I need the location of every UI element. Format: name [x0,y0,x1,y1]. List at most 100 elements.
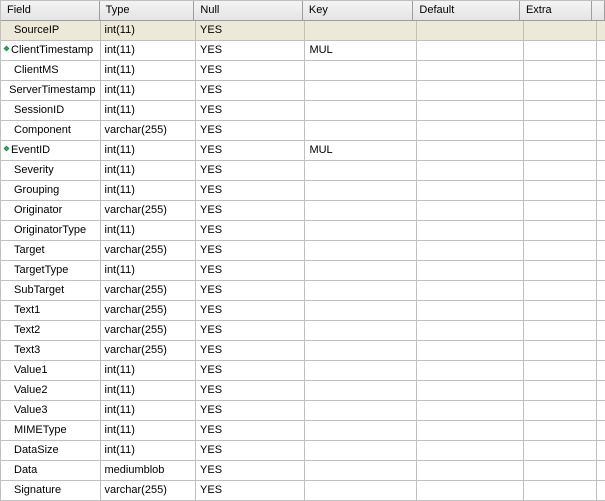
cell-null: YES [196,161,305,181]
table-row[interactable]: Value2int(11)YES [1,381,605,401]
cell-extra [524,201,597,221]
cell-default [417,361,524,381]
cell-key [305,261,416,281]
table-row[interactable]: Severityint(11)YES [1,161,605,181]
cell-null: YES [196,341,305,361]
cell-extra [524,141,597,161]
col-header-extra[interactable]: Extra [520,1,592,21]
table-row[interactable]: SourceIP int(11)YES [1,21,605,41]
cell-field: Data [1,461,101,481]
cell-key [305,361,416,381]
cell-default [417,321,524,341]
cell-tail [597,481,605,501]
cell-null: YES [196,81,305,101]
cell-key [305,181,416,201]
col-header-field[interactable]: Field [1,1,100,21]
cell-tail [597,201,605,221]
cell-field: Component [1,121,101,141]
col-header-default[interactable]: Default [413,1,520,21]
cell-default [417,481,524,501]
field-name: Text1 [14,304,40,316]
table-row[interactable]: SubTargetvarchar(255)YES [1,281,605,301]
cell-type: varchar(255) [101,341,197,361]
col-header-key[interactable]: Key [303,1,413,21]
cell-key [305,441,416,461]
cell-tail [597,301,605,321]
field-name: DataSize [14,444,59,456]
cell-key [305,401,416,421]
table-row[interactable]: ClientTimestampint(11)YESMUL [1,41,605,61]
cell-tail [597,221,605,241]
cell-default [417,341,524,361]
cell-field: SessionID [1,101,101,121]
cell-extra [524,401,597,421]
cell-type: int(11) [101,381,197,401]
cell-null: YES [196,481,305,501]
table-row[interactable]: ClientMSint(11)YES [1,61,605,81]
table-row[interactable]: SessionIDint(11)YES [1,101,605,121]
table-row[interactable]: Groupingint(11)YES [1,181,605,201]
table-row[interactable]: Signaturevarchar(255)YES [1,481,605,501]
cell-field: ClientMS [1,61,101,81]
field-name: ClientMS [14,64,59,76]
table-row[interactable]: Text2varchar(255)YES [1,321,605,341]
cell-key [305,81,416,101]
table-row[interactable]: Originatorvarchar(255)YES [1,201,605,221]
table-row[interactable]: Value1int(11)YES [1,361,605,381]
cell-type: int(11) [101,181,197,201]
cell-field: Target [1,241,101,261]
cell-null: YES [196,21,305,41]
field-name: SourceIP [14,24,59,36]
table-row[interactable]: Text3 varchar(255)YES [1,341,605,361]
cell-default [417,421,524,441]
cell-default [417,21,524,41]
cell-null: YES [196,41,305,61]
field-name: Data [14,464,37,476]
field-name: ServerTimestamp [9,84,95,96]
field-name: Value1 [14,364,47,376]
table-row[interactable]: DataSizeint(11)YES [1,441,605,461]
cell-type: int(11) [101,361,197,381]
cell-default [417,201,524,221]
table-row[interactable]: Targetvarchar(255)YES [1,241,605,261]
cell-field: ClientTimestamp [1,41,101,61]
field-name: TargetType [14,264,68,276]
field-name: Originator [14,204,62,216]
table-row[interactable]: EventIDint(11)YESMUL [1,141,605,161]
cell-tail [597,241,605,261]
cell-extra [524,181,597,201]
table-row[interactable]: OriginatorTypeint(11)YES [1,221,605,241]
cell-key [305,121,416,141]
cell-field: DataSize [1,441,101,461]
cell-field: Grouping [1,181,101,201]
table-row[interactable]: ServerTimestampint(11)YES [1,81,605,101]
cell-key [305,161,416,181]
field-name: Text2 [14,324,40,336]
table-row[interactable]: Componentvarchar(255)YES [1,121,605,141]
table-row[interactable]: Value3int(11)YES [1,401,605,421]
table-row[interactable]: Text1varchar(255)YES [1,301,605,321]
cell-key [305,301,416,321]
cell-extra [524,221,597,241]
cell-extra [524,321,597,341]
cell-type: varchar(255) [101,301,197,321]
table-row[interactable]: MIMETypeint(11)YES [1,421,605,441]
cell-null: YES [196,241,305,261]
col-header-type[interactable]: Type [100,1,195,21]
col-header-null[interactable]: Null [194,1,303,21]
cell-extra [524,261,597,281]
cell-key [305,101,416,121]
table-row[interactable]: TargetTypeint(11)YES [1,261,605,281]
cell-field: Signature [1,481,101,501]
cell-field: ServerTimestamp [1,81,101,101]
field-name: Text3 [14,344,40,356]
cell-key [305,381,416,401]
cell-default [417,121,524,141]
cell-tail [597,401,605,421]
table-row[interactable]: DatamediumblobYES [1,461,605,481]
cell-tail [597,81,605,101]
cell-extra [524,301,597,321]
cell-default [417,401,524,421]
cell-type: int(11) [101,21,197,41]
cell-default [417,161,524,181]
